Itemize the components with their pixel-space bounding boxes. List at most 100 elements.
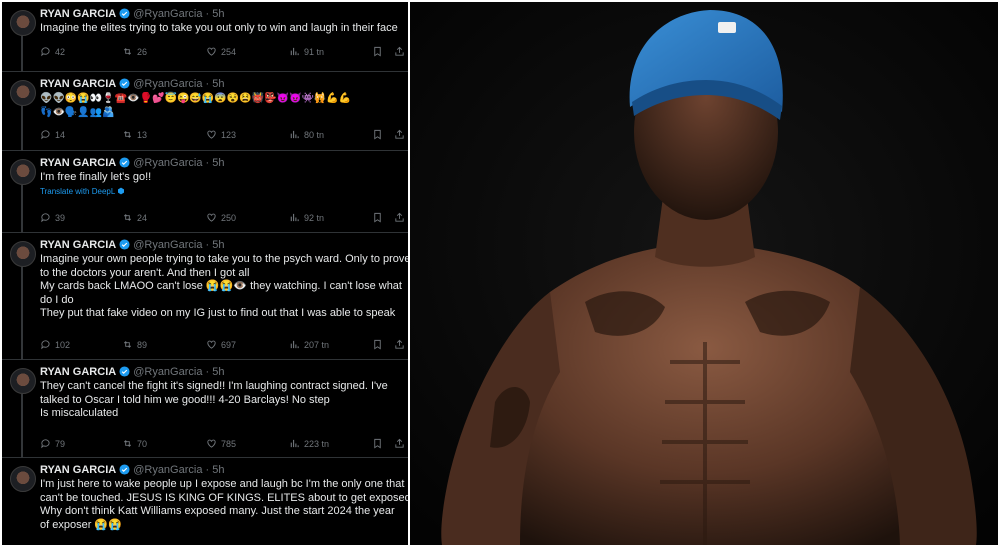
separator-dot: · [205,239,210,251]
views-button[interactable]: 207 tn [289,338,329,352]
views-bar-chart-icon [290,439,299,448]
author-handle[interactable]: @RyanGarcia [133,366,202,378]
author-handle[interactable]: @RyanGarcia [133,78,202,90]
tweet[interactable]: RYAN GARCIA @RyanGarcia · 5h Imagine your… [2,233,408,360]
action-bar: 102 89 697 207 tn [40,338,404,352]
reply-button[interactable]: 39 [40,211,65,225]
boxer-photo [410,2,998,545]
repost-icon [123,341,132,348]
repost-button[interactable]: 89 [122,338,147,352]
views-button[interactable]: 91 tn [289,45,324,59]
avatar[interactable] [10,10,36,36]
author-name[interactable]: RYAN GARCIA [40,239,116,251]
author-handle[interactable]: @RyanGarcia [133,8,202,20]
heart-icon [207,340,216,349]
thread-line [21,36,23,72]
timestamp[interactable]: 5h [212,78,224,90]
like-button[interactable]: 250 [206,211,236,225]
translate-link[interactable]: Translate with DeepL [40,185,402,199]
bookmark-icon [374,129,381,140]
reply-button[interactable]: 102 [40,338,70,352]
text-line: Why don't think Katt Williams exposed ma… [40,505,395,518]
action-bar: 79 70 785 223 tn [40,437,404,451]
text-line: They can't cancel the fight it's signed!… [40,380,388,392]
author-name[interactable]: RYAN GARCIA [40,78,116,90]
deepl-icon [118,187,125,194]
author-name[interactable]: RYAN GARCIA [40,8,116,20]
reply-button[interactable]: 14 [40,128,65,142]
action-bar: 42 26 254 91 tn [40,45,404,59]
tweet-header: RYAN GARCIA @RyanGarcia · 5h [40,365,225,379]
tweet-header: RYAN GARCIA @RyanGarcia · 5h [40,7,225,21]
repost-count: 89 [137,340,148,350]
share-button[interactable] [394,45,408,59]
tweet[interactable]: RYAN GARCIA @RyanGarcia · 5h 👽👽😳😭👀🍷☎️👁️🥊💕… [2,72,408,151]
bookmark-button[interactable] [372,211,387,225]
avatar[interactable] [10,241,36,267]
like-count: 697 [221,340,237,350]
timestamp[interactable]: 5h [212,157,224,169]
reply-icon [41,47,50,57]
repost-icon [123,48,132,55]
timestamp[interactable]: 5h [212,8,224,20]
tweet[interactable]: RYAN GARCIA @RyanGarcia · 5h I'm free fin… [2,151,408,233]
repost-icon [123,440,132,447]
reply-button[interactable]: 42 [40,45,65,59]
share-button[interactable] [394,128,408,142]
tweet-text: They can't cancel the fight it's signed!… [40,380,402,421]
views-button[interactable]: 223 tn [289,437,329,451]
author-name[interactable]: RYAN GARCIA [40,157,116,169]
tweet[interactable]: RYAN GARCIA @RyanGarcia · 5h Imagine the … [2,2,408,72]
like-button[interactable]: 123 [206,128,236,142]
repost-button[interactable]: 24 [122,211,147,225]
repost-button[interactable]: 70 [122,437,147,451]
author-name[interactable]: RYAN GARCIA [40,366,116,378]
reply-count: 14 [55,130,66,140]
share-button[interactable] [394,211,408,225]
tweet-header: RYAN GARCIA @RyanGarcia · 5h [40,463,225,477]
thread-line [21,394,23,458]
view-count: 92 tn [304,213,325,223]
reply-count: 42 [55,47,66,57]
share-icon [395,438,404,448]
like-button[interactable]: 785 [206,437,236,451]
author-handle[interactable]: @RyanGarcia [133,464,202,476]
emoji-line: 👣👁️🗣️👤👥🫂 [40,106,115,118]
like-button[interactable]: 697 [206,338,236,352]
reply-icon [41,439,50,449]
repost-button[interactable]: 26 [122,45,147,59]
bookmark-button[interactable] [372,128,387,142]
bookmark-button[interactable] [372,437,387,451]
avatar[interactable] [10,80,36,106]
emoji-line: 👽👽😳😭👀🍷☎️👁️🥊💕😇😜😅😭😨😵😫👹👺😈😈👾🙀💪💪 [40,93,352,104]
bookmark-button[interactable] [372,338,387,352]
thread-line [21,185,23,233]
avatar[interactable] [10,466,36,492]
repost-button[interactable]: 13 [122,128,147,142]
timestamp[interactable]: 5h [212,366,224,378]
separator-dot: · [205,78,210,90]
tweet[interactable]: RYAN GARCIA @RyanGarcia · 5h They can't c… [2,360,408,458]
bookmark-button[interactable] [372,45,387,59]
verified-badge-icon [119,8,130,19]
action-bar: 14 13 123 80 tn [40,128,404,142]
verified-badge-icon [119,157,130,168]
like-button[interactable]: 254 [206,45,236,59]
author-name[interactable]: RYAN GARCIA [40,464,116,476]
tweet[interactable]: RYAN GARCIA @RyanGarcia · 5h I'm just her… [2,458,408,545]
timestamp[interactable]: 5h [212,239,224,251]
avatar[interactable] [10,368,36,394]
views-button[interactable]: 92 tn [289,211,324,225]
tweet-feed: RYAN GARCIA @RyanGarcia · 5h Imagine the … [2,2,408,545]
heart-icon [207,47,216,56]
avatar[interactable] [10,159,36,185]
timestamp[interactable]: 5h [212,464,224,476]
author-handle[interactable]: @RyanGarcia [133,239,202,251]
author-handle[interactable]: @RyanGarcia [133,157,202,169]
reply-button[interactable]: 79 [40,437,65,451]
text-line: do I do [40,293,74,306]
views-button[interactable]: 80 tn [289,128,324,142]
share-button[interactable] [394,338,408,352]
views-bar-chart-icon [290,47,299,56]
share-button[interactable] [394,437,408,451]
